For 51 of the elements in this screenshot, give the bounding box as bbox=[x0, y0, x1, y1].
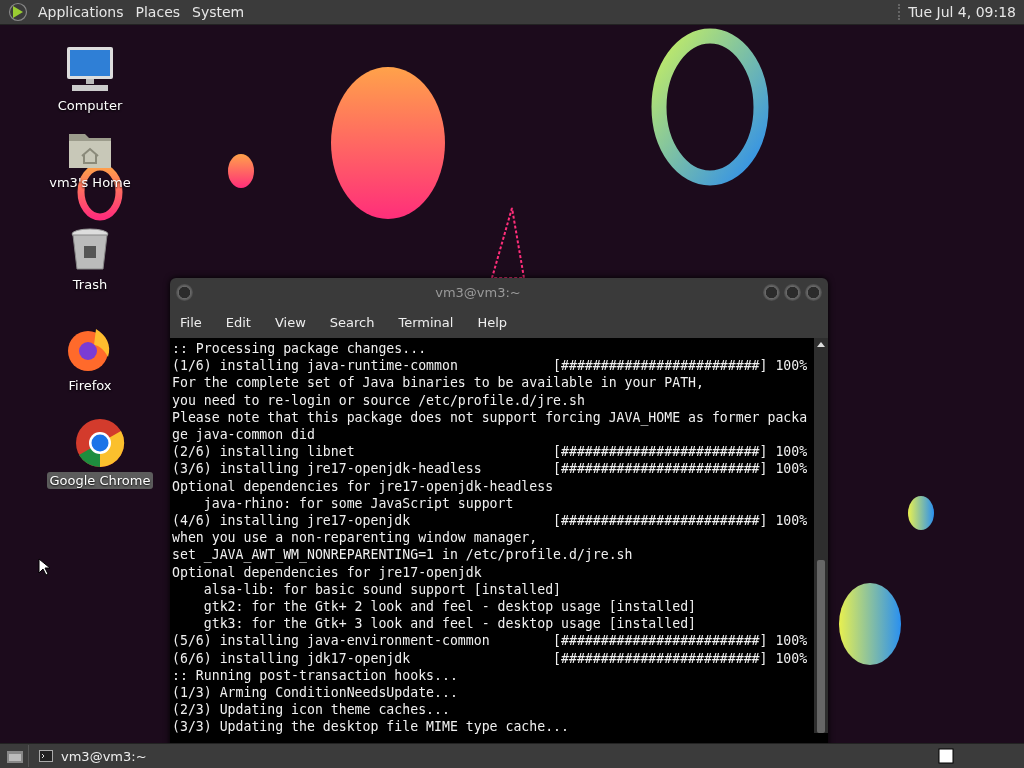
terminal-line: gtk2: for the Gtk+ 2 look and feel - desktop usage [installed] bbox=[202, 598, 696, 616]
terminal-line: (2/3) Updating icon theme caches... bbox=[172, 701, 450, 719]
terminal-line: you need to re-login or source /etc/profile.d/jre.sh bbox=[172, 391, 585, 409]
terminal-line: (3/6) installing jre17-openjdk-headless [#########################] 100% bbox=[172, 460, 808, 478]
maximize-button[interactable] bbox=[784, 283, 801, 301]
terminal-line: :: Running post-transaction hooks... bbox=[172, 666, 458, 685]
menu-item[interactable]: File bbox=[172, 314, 210, 330]
terminal-line: ge java-common did bbox=[172, 426, 315, 444]
terminal-line: alsa-lib: for basic sound support [installed] bbox=[202, 580, 562, 599]
desktop-icon-label[interactable]: Google Chrome bbox=[46, 472, 154, 489]
show-desktop-icon[interactable] bbox=[6, 748, 24, 764]
terminal-line: (2/6) installing libnet [#########################] 100% bbox=[172, 443, 808, 461]
terminal-line: when you use a non-reparenting window manager, bbox=[172, 529, 538, 547]
terminal-line: gtk3: for the Gtk+ 3 look and feel - desktop usage [installed] bbox=[202, 615, 696, 633]
menu-item[interactable]: Edit bbox=[217, 314, 259, 330]
terminal-line: Optional dependencies for jre17-openjdk bbox=[172, 563, 482, 581]
minimize-button[interactable] bbox=[763, 283, 780, 301]
terminal-line: (4/6) installing jre17-openjdk [#########################] 100% bbox=[172, 512, 808, 530]
desktop-icon-label[interactable]: Trash bbox=[69, 276, 111, 293]
terminal-line: set _JAVA_AWT_WM_NONREPARENTING=1 in /etc/profile.d/jre.sh bbox=[172, 546, 633, 564]
menu-logo-icon[interactable] bbox=[8, 2, 28, 22]
desktop-icon-label[interactable]: Firefox bbox=[65, 377, 115, 394]
cursor-icon bbox=[38, 558, 50, 576]
terminal-line: (6/6) installing jdk17-openjdk [#########################] 100% bbox=[172, 649, 808, 667]
terminal-line: Optional dependencies for jre17-openjdk-headless bbox=[172, 477, 554, 495]
desktop-icon-label[interactable]: Computer bbox=[54, 97, 126, 114]
menu-item[interactable]: View bbox=[266, 314, 314, 330]
terminal-line: (1/6) installing java-runtime-common [#########################] 100% bbox=[172, 357, 808, 375]
computer-icon bbox=[64, 45, 116, 93]
menu-item[interactable]: Help bbox=[469, 314, 516, 330]
terminal-line: :: Processing package changes... bbox=[172, 340, 427, 358]
chrome-icon bbox=[75, 418, 125, 468]
terminal-line: For the complete set of Java binaries to be available in your PATH, bbox=[172, 374, 704, 392]
panel-menu[interactable]: System bbox=[186, 4, 251, 20]
terminal-line: (5/6) installing java-environment-common [#########################] 100% bbox=[172, 632, 808, 650]
trash-icon bbox=[70, 228, 110, 272]
clock[interactable]: Tue Jul 4, 09:18 bbox=[898, 4, 1022, 20]
panel-menu[interactable]: Places bbox=[129, 4, 187, 20]
terminal-line: (1/3) Arming ConditionNeedsUpdate... bbox=[172, 684, 458, 702]
menu-item[interactable]: Terminal bbox=[390, 314, 462, 330]
window-menu-button[interactable] bbox=[176, 283, 193, 301]
terminal-line: Please note that this package does not support forcing JAVA_HOME as former packa bbox=[172, 408, 808, 426]
close-button[interactable] bbox=[805, 283, 822, 301]
window-title: vm3@vm3:~ bbox=[434, 284, 522, 300]
taskbar-item[interactable]: vm3@vm3:~ bbox=[28, 745, 157, 767]
workspace-icon[interactable] bbox=[938, 748, 954, 764]
panel-menu[interactable]: Applications bbox=[32, 4, 130, 20]
terminal-icon bbox=[39, 750, 53, 762]
terminal-line: java-rhino: for some JavaScript support bbox=[202, 494, 514, 513]
terminal-line: (3/3) Updating the desktop file MIME type cache... bbox=[172, 718, 569, 736]
menu-item[interactable]: Search bbox=[321, 314, 383, 330]
